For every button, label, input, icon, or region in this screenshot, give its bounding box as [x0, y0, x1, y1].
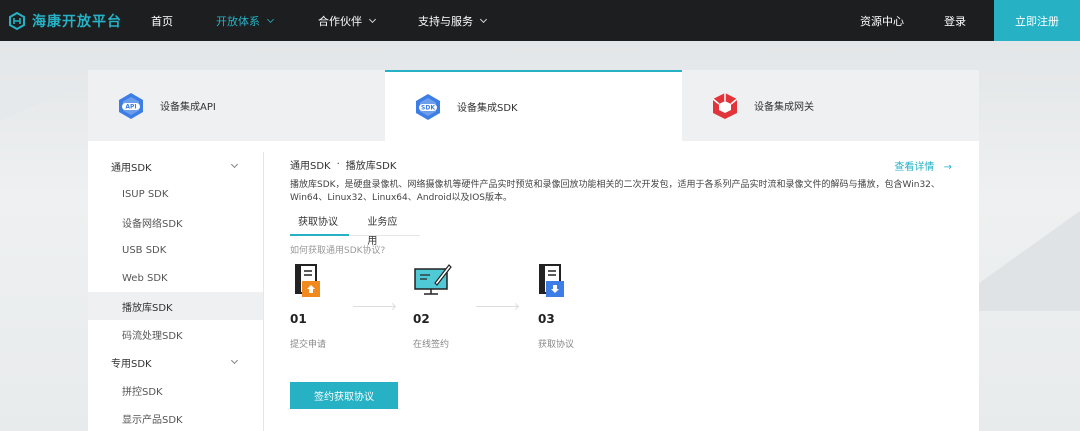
document-download-icon	[539, 264, 564, 297]
svg-text:SDK: SDK	[421, 104, 435, 111]
nav-support-label: 支持与服务	[418, 14, 473, 28]
step-arrow	[476, 306, 518, 307]
breadcrumb: 通用SDK · 播放库SDK	[290, 152, 960, 176]
step-number: 02	[413, 312, 430, 326]
nav-right-group: 资源中心 登录 立即注册	[860, 0, 1080, 41]
sidebar-item-network-sdk[interactable]: 设备网络SDK	[88, 208, 263, 236]
hikvision-logo-icon	[9, 11, 25, 30]
tab-device-gateway-label: 设备集成网关	[754, 102, 814, 113]
main-panel: API 设备集成API SDK 设备集成SDK 设备集成网关 通用SDK ISU…	[88, 70, 979, 431]
sidebar-group-label: 专用SDK	[111, 358, 152, 370]
breadcrumb-separator: ·	[336, 158, 340, 170]
chevron-down-icon	[479, 15, 488, 23]
step-label: 获取协议	[538, 340, 575, 350]
tab-device-api-label: 设备集成API	[160, 102, 216, 113]
top-navbar: 海康开放平台 首页 开放体系 合作伙伴 支持与服务 资源中心 登录 立即注册	[0, 0, 1080, 41]
gateway-cube-icon	[712, 92, 738, 119]
chevron-down-icon	[230, 356, 239, 364]
sign-protocol-button[interactable]: 签约获取协议	[290, 382, 398, 409]
arrow-right-icon: →	[943, 162, 952, 173]
view-details-link[interactable]: 查看详情 →	[894, 158, 952, 173]
content-subtabs: 获取协议 业务应用	[290, 213, 420, 247]
chevron-down-icon	[230, 160, 239, 168]
sidebar-group-label: 通用SDK	[111, 162, 152, 174]
nav-support[interactable]: 支持与服务	[418, 13, 488, 29]
view-details-label: 查看详情	[894, 162, 935, 173]
api-hexagon-icon: API	[119, 92, 143, 119]
monitor-sign-icon	[414, 264, 452, 295]
nav-open-system-label: 开放体系	[216, 14, 260, 28]
sidebar-item-isup-sdk[interactable]: ISUP SDK	[88, 180, 263, 208]
nav-home-label: 首页	[151, 14, 173, 28]
tab-business-app[interactable]: 业务应用	[359, 213, 410, 247]
chevron-down-icon	[368, 15, 377, 23]
register-button[interactable]: 立即注册	[994, 0, 1080, 41]
login-link[interactable]: 登录	[944, 13, 966, 29]
tab-device-sdk[interactable]: SDK 设备集成SDK	[385, 70, 682, 141]
document-upload-icon	[295, 264, 320, 297]
sidebar-item-splice-sdk[interactable]: 拼控SDK	[88, 376, 263, 404]
decor-shape	[0, 81, 90, 121]
protocol-hint: 如何获取通用SDK协议?	[290, 246, 386, 256]
sdk-hexagon-icon: SDK	[416, 93, 440, 120]
sdk-sidebar: 通用SDK ISUP SDK 设备网络SDK USB SDK Web SDK 播…	[88, 152, 264, 431]
sdk-content: 通用SDK · 播放库SDK 查看详情 → 播放库SDK，是硬盘录像机、网络摄像…	[290, 152, 960, 409]
sidebar-item-display-sdk[interactable]: 显示产品SDK	[88, 404, 263, 431]
svg-text:API: API	[125, 103, 136, 110]
sdk-description: 播放库SDK，是硬盘录像机、网络摄像机等硬件产品实时预览和录像回放功能相关的二次…	[290, 180, 940, 203]
breadcrumb-current: 播放库SDK	[345, 160, 397, 172]
step-label: 提交申请	[290, 340, 327, 350]
breadcrumb-parent: 通用SDK	[290, 160, 331, 172]
tab-device-gateway[interactable]: 设备集成网关	[682, 70, 979, 141]
tab-device-sdk-label: 设备集成SDK	[457, 103, 518, 114]
chevron-down-icon	[266, 15, 275, 23]
protocol-steps: 01 提交申请 02 在线签约 03 获取协议	[290, 264, 960, 354]
step-number: 03	[538, 312, 555, 326]
brand-logo[interactable]: 海康开放平台	[8, 11, 136, 31]
nav-resource-center[interactable]: 资源中心	[860, 13, 904, 29]
sidebar-group-special-sdk[interactable]: 专用SDK	[88, 348, 263, 376]
step-label: 在线签约	[413, 340, 450, 350]
nav-partners[interactable]: 合作伙伴	[318, 13, 377, 29]
nav-home[interactable]: 首页	[151, 13, 173, 29]
sidebar-item-player-sdk[interactable]: 播放库SDK	[88, 292, 263, 320]
step-arrow	[353, 306, 395, 307]
sidebar-item-stream-sdk[interactable]: 码流处理SDK	[88, 320, 263, 348]
brand-name: 海康开放平台	[32, 13, 122, 30]
sidebar-item-usb-sdk[interactable]: USB SDK	[88, 236, 263, 264]
step-number: 01	[290, 312, 307, 326]
sidebar-group-general-sdk[interactable]: 通用SDK	[88, 152, 263, 180]
nav-partners-label: 合作伙伴	[318, 14, 362, 28]
tab-device-api[interactable]: API 设备集成API	[88, 70, 385, 141]
product-tabs: API 设备集成API SDK 设备集成SDK 设备集成网关	[88, 70, 979, 141]
nav-open-system[interactable]: 开放体系	[216, 13, 275, 29]
sidebar-item-web-sdk[interactable]: Web SDK	[88, 264, 263, 292]
tab-get-protocol[interactable]: 获取协议	[290, 213, 350, 236]
